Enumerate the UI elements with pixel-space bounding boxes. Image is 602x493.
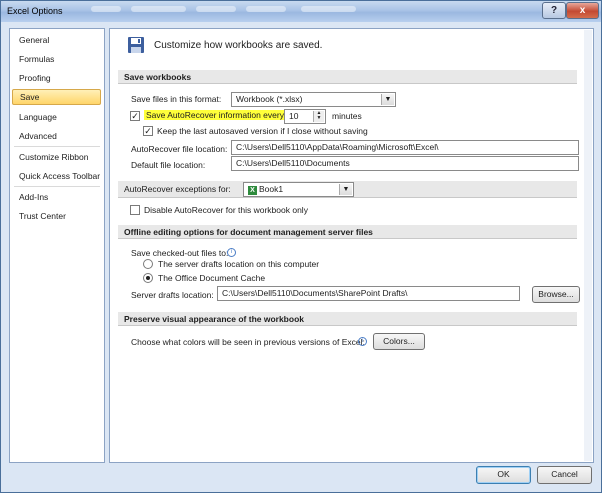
chevron-down-icon: ▼	[339, 184, 352, 195]
close-icon[interactable]: x	[566, 2, 599, 19]
minutes-label: minutes	[332, 111, 362, 121]
keep-autosaved-label: Keep the last autosaved version if I clo…	[157, 126, 368, 136]
cancel-button[interactable]: Cancel	[537, 466, 592, 484]
drafts-location-label: Server drafts location:	[131, 290, 214, 300]
page-title: Customize how workbooks are saved.	[154, 40, 323, 51]
format-label: Save files in this format:	[131, 94, 222, 104]
server-drafts-radio[interactable]	[143, 259, 153, 269]
sidebar-item-quick-access-toolbar[interactable]: Quick Access Toolbar	[19, 171, 100, 181]
format-select[interactable]: Workbook (*.xlsx) ▼	[231, 92, 396, 107]
section-preserve-appearance: Preserve visual appearance of the workbo…	[118, 312, 577, 326]
sidebar-item-add-ins[interactable]: Add-Ins	[19, 192, 48, 202]
exceptions-workbook-select[interactable]: X Book1 ▼	[243, 182, 354, 197]
autorecover-minutes-input[interactable]: 10 ▲ ▼	[284, 109, 326, 124]
disable-autorecover-label: Disable AutoRecover for this workbook on…	[144, 205, 308, 215]
sidebar-item-general[interactable]: General	[19, 35, 49, 45]
disable-autorecover-checkbox[interactable]	[130, 205, 140, 215]
excel-workbook-icon: X	[248, 186, 257, 195]
info-icon: i	[358, 337, 367, 346]
section-save-workbooks: Save workbooks	[118, 70, 577, 84]
scrollbar[interactable]	[584, 30, 592, 461]
title-bar: Excel Options ? x	[1, 1, 601, 22]
server-drafts-label: The server drafts location on this compu…	[158, 259, 320, 269]
exceptions-label: AutoRecover exceptions for:	[124, 184, 231, 194]
autorecover-checkbox[interactable]: ✓	[130, 111, 140, 121]
browse-button[interactable]: Browse...	[532, 286, 580, 303]
title-bar-blur	[131, 6, 186, 12]
drafts-location-input[interactable]: C:\Users\Dell5110\Documents\SharePoint D…	[217, 286, 520, 301]
sidebar: General Formulas Proofing Save Language …	[9, 28, 105, 463]
autorecover-location-label: AutoRecover file location:	[131, 144, 228, 154]
divider	[14, 146, 100, 147]
divider	[14, 186, 100, 187]
sidebar-item-language[interactable]: Language	[19, 112, 57, 122]
spinner-icon[interactable]: ▲ ▼	[313, 111, 324, 122]
title-bar-blur	[91, 6, 121, 12]
sidebar-item-trust-center[interactable]: Trust Center	[19, 211, 66, 221]
keep-autosaved-checkbox[interactable]: ✓	[143, 126, 153, 136]
main-panel: Customize how workbooks are saved. Save …	[109, 28, 594, 463]
title-bar-blur	[246, 6, 286, 12]
exceptions-workbook-value: Book1	[259, 184, 284, 194]
default-location-label: Default file location:	[131, 160, 206, 170]
save-icon	[128, 37, 144, 53]
sidebar-item-proofing[interactable]: Proofing	[19, 73, 51, 83]
sidebar-item-customize-ribbon[interactable]: Customize Ribbon	[19, 152, 88, 162]
title-bar-blur	[196, 6, 236, 12]
section-offline-editing: Offline editing options for document man…	[118, 225, 577, 239]
window-title: Excel Options	[7, 6, 63, 16]
chevron-down-icon: ▼	[381, 94, 394, 105]
format-value: Workbook (*.xlsx)	[236, 94, 303, 104]
sidebar-item-advanced[interactable]: Advanced	[19, 131, 57, 141]
colors-button[interactable]: Colors...	[373, 333, 425, 350]
ok-button[interactable]: OK	[476, 466, 531, 484]
sidebar-item-save[interactable]: Save	[12, 89, 101, 105]
checked-out-label: Save checked-out files to:	[131, 248, 229, 258]
office-cache-radio[interactable]	[143, 273, 153, 283]
autorecover-location-input[interactable]: C:\Users\Dell5110\AppData\Roaming\Micros…	[231, 140, 579, 155]
excel-options-dialog: Excel Options ? x General Formulas Proof…	[0, 0, 602, 493]
colors-label: Choose what colors will be seen in previ…	[131, 337, 365, 347]
info-icon: i	[227, 248, 236, 257]
help-icon[interactable]: ?	[542, 2, 566, 19]
title-bar-blur	[301, 6, 356, 12]
office-cache-label: The Office Document Cache	[158, 273, 266, 283]
default-location-input[interactable]: C:\Users\Dell5110\Documents	[231, 156, 579, 171]
sidebar-item-formulas[interactable]: Formulas	[19, 54, 54, 64]
autorecover-minutes-value: 10	[289, 111, 299, 121]
autorecover-label: Save AutoRecover information every	[144, 110, 286, 120]
